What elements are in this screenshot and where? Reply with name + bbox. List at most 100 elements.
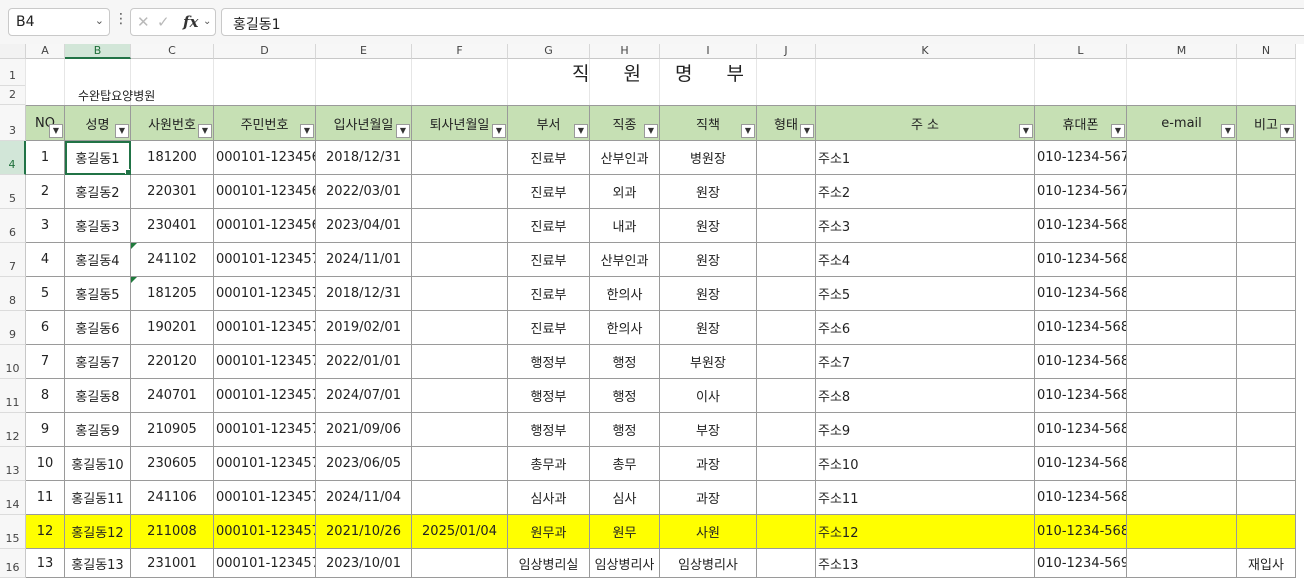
- cell-hire-date[interactable]: 2021/09/06: [316, 413, 412, 447]
- cell-no[interactable]: 10: [26, 447, 65, 481]
- chevron-down-icon[interactable]: ⌄: [203, 16, 211, 27]
- column-header-j[interactable]: J: [757, 44, 816, 59]
- cell-position[interactable]: 부장: [660, 413, 757, 447]
- row-header-2[interactable]: 2: [0, 86, 26, 105]
- cell-leave-date[interactable]: [412, 311, 508, 345]
- cell-note[interactable]: [1237, 345, 1296, 379]
- cell-no[interactable]: 6: [26, 311, 65, 345]
- header-department[interactable]: 부서 ▼: [508, 105, 590, 141]
- column-header-i[interactable]: I: [660, 44, 757, 59]
- cell-no[interactable]: 7: [26, 345, 65, 379]
- header-job-type[interactable]: 직종 ▼: [590, 105, 660, 141]
- cell-hire-date[interactable]: 2021/10/26: [316, 515, 412, 549]
- cell-type[interactable]: [757, 515, 816, 549]
- cell-resident-id[interactable]: 000101-1234570: [214, 243, 316, 277]
- cell-job-type[interactable]: 행정: [590, 413, 660, 447]
- cell-email[interactable]: [1127, 413, 1237, 447]
- cell-email[interactable]: [1127, 209, 1237, 243]
- cell-department[interactable]: 임상병리실: [508, 549, 590, 578]
- cell-name[interactable]: 홍길동2: [65, 175, 131, 209]
- cell-position[interactable]: 부원장: [660, 345, 757, 379]
- header-note[interactable]: 비고 ▼: [1237, 105, 1296, 141]
- cell-type[interactable]: [757, 175, 816, 209]
- name-box[interactable]: B4 ⌄: [8, 8, 110, 36]
- cell-name[interactable]: 홍길동10: [65, 447, 131, 481]
- cell-resident-id[interactable]: 000101-1234568: [214, 175, 316, 209]
- header-address[interactable]: 주 소 ▼: [816, 105, 1035, 141]
- cell-employee-id[interactable]: 230401: [131, 209, 214, 243]
- row-header-10[interactable]: 10: [0, 345, 26, 379]
- filter-dropdown-icon[interactable]: ▼: [800, 124, 814, 138]
- cell-address[interactable]: 주소1: [816, 141, 1035, 175]
- filter-dropdown-icon[interactable]: ▼: [574, 124, 588, 138]
- cell-note[interactable]: [1237, 379, 1296, 413]
- filter-dropdown-icon[interactable]: ▼: [396, 124, 410, 138]
- cell-email[interactable]: [1127, 345, 1237, 379]
- cell-employee-id[interactable]: 241102: [131, 243, 214, 277]
- cell-resident-id[interactable]: 000101-1234574: [214, 379, 316, 413]
- cell-job-type[interactable]: 심사: [590, 481, 660, 515]
- cell-employee-id[interactable]: 220120: [131, 345, 214, 379]
- filter-dropdown-icon[interactable]: ▼: [115, 124, 129, 138]
- cell-leave-date[interactable]: [412, 141, 508, 175]
- cell-job-type[interactable]: 행정: [590, 345, 660, 379]
- column-header-g[interactable]: G: [508, 44, 590, 59]
- cell-department[interactable]: 심사과: [508, 481, 590, 515]
- cell-hire-date[interactable]: 2023/04/01: [316, 209, 412, 243]
- cell-mobile[interactable]: 010-1234-5678: [1035, 141, 1127, 175]
- cell-job-type[interactable]: 한의사: [590, 277, 660, 311]
- cell-note[interactable]: [1237, 209, 1296, 243]
- cell-address[interactable]: 주소6: [816, 311, 1035, 345]
- cell-position[interactable]: 사원: [660, 515, 757, 549]
- cell-address[interactable]: 주소13: [816, 549, 1035, 578]
- cell-type[interactable]: [757, 413, 816, 447]
- cell-type[interactable]: [757, 277, 816, 311]
- cell-resident-id[interactable]: 000101-1234575: [214, 413, 316, 447]
- cell-position[interactable]: 원장: [660, 209, 757, 243]
- cell-department[interactable]: 원무과: [508, 515, 590, 549]
- filter-dropdown-icon[interactable]: ▼: [1019, 124, 1033, 138]
- cell-position[interactable]: 과장: [660, 447, 757, 481]
- cell-email[interactable]: [1127, 243, 1237, 277]
- cell-mobile[interactable]: 010-1234-5690: [1035, 549, 1127, 578]
- cell-department[interactable]: 총무과: [508, 447, 590, 481]
- cell-position[interactable]: 원장: [660, 175, 757, 209]
- cell-resident-id[interactable]: 000101-1234572: [214, 311, 316, 345]
- cell-mobile[interactable]: 010-1234-5688: [1035, 481, 1127, 515]
- cell-job-type[interactable]: 산부인과: [590, 141, 660, 175]
- cell-department[interactable]: 진료부: [508, 243, 590, 277]
- cell-address[interactable]: 주소2: [816, 175, 1035, 209]
- cell-department[interactable]: 진료부: [508, 209, 590, 243]
- cell-employee-id[interactable]: 181205: [131, 277, 214, 311]
- cell-employee-id[interactable]: 190201: [131, 311, 214, 345]
- header-leave-date[interactable]: 퇴사년월일 ▼: [412, 105, 508, 141]
- cell-resident-id[interactable]: 000101-1234579: [214, 549, 316, 578]
- cell-note[interactable]: [1237, 413, 1296, 447]
- cell-department[interactable]: 행정부: [508, 379, 590, 413]
- cell-department[interactable]: 진료부: [508, 277, 590, 311]
- cell-leave-date[interactable]: [412, 379, 508, 413]
- cell-leave-date[interactable]: 2025/01/04: [412, 515, 508, 549]
- cell-mobile[interactable]: 010-1234-5681: [1035, 243, 1127, 277]
- cell-email[interactable]: [1127, 141, 1237, 175]
- cell-email[interactable]: [1127, 447, 1237, 481]
- cell-employee-id[interactable]: 240701: [131, 379, 214, 413]
- header-email[interactable]: e-mail ▼: [1127, 105, 1237, 141]
- cell-mobile[interactable]: 010-1234-5685: [1035, 379, 1127, 413]
- cell-name[interactable]: 홍길동12: [65, 515, 131, 549]
- cell-name[interactable]: 홍길동1: [65, 141, 131, 175]
- cell-no[interactable]: 4: [26, 243, 65, 277]
- cell-name[interactable]: 홍길동7: [65, 345, 131, 379]
- cell-email[interactable]: [1127, 515, 1237, 549]
- header-employee-id[interactable]: 사원번호 ▼: [131, 105, 214, 141]
- cell-note[interactable]: [1237, 447, 1296, 481]
- cell-name[interactable]: 홍길동6: [65, 311, 131, 345]
- row-header-3[interactable]: 3: [0, 105, 26, 141]
- header-hire-date[interactable]: 입사년월일 ▼: [316, 105, 412, 141]
- cell-leave-date[interactable]: [412, 447, 508, 481]
- row-header-14[interactable]: 14: [0, 481, 26, 515]
- filter-dropdown-icon[interactable]: ▼: [1111, 124, 1125, 138]
- row-header-8[interactable]: 8: [0, 277, 26, 311]
- row-header-11[interactable]: 11: [0, 379, 26, 413]
- filter-dropdown-icon[interactable]: ▼: [300, 124, 314, 138]
